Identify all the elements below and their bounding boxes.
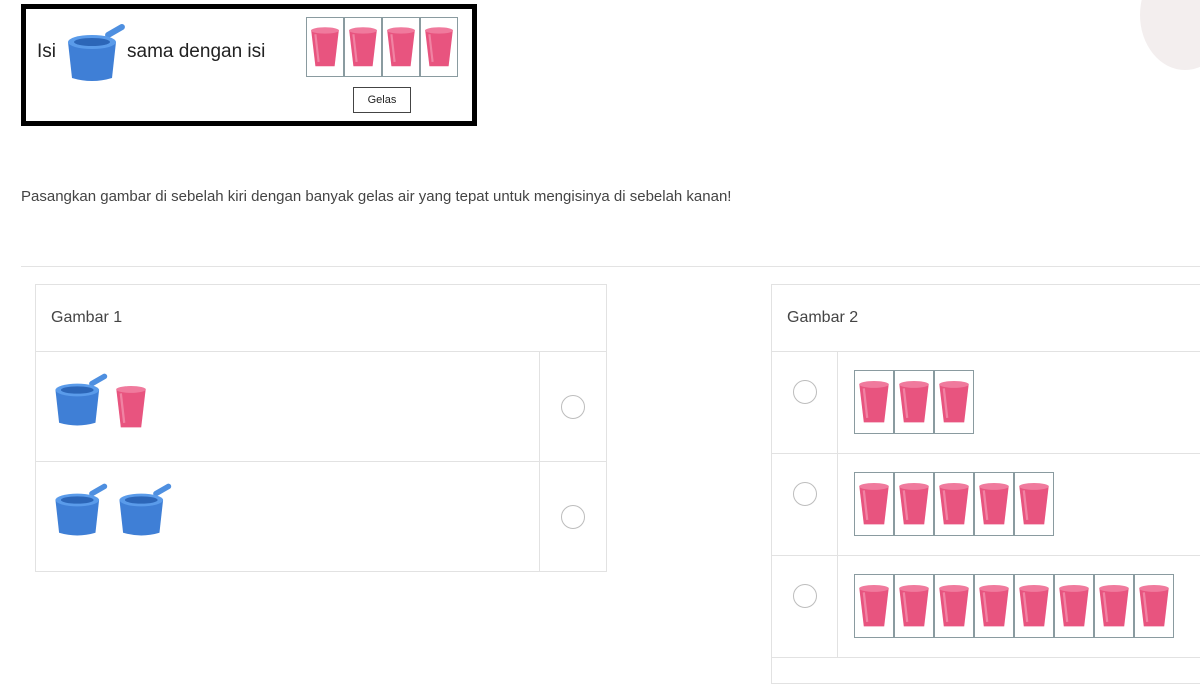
example-isi-text: Isi	[37, 41, 56, 62]
right-row-2	[772, 454, 1200, 556]
example-cup-strip	[306, 17, 458, 77]
panel-gambar-2: Gambar 2	[771, 284, 1200, 684]
water-dipper-icon	[114, 480, 174, 540]
right-radio-button-1[interactable]	[792, 380, 817, 404]
right-row-cup-strip	[854, 574, 1174, 638]
left-radio-button-2[interactable]	[561, 505, 585, 529]
pink-cup-icon	[1014, 472, 1054, 536]
pink-cup-icon	[344, 17, 382, 77]
pink-cup-icon	[854, 574, 894, 638]
panel-gambar-1: Gambar 1	[35, 284, 607, 572]
example-box: Isi sama dengan isi Gelas	[21, 4, 477, 126]
right-radio-cell	[772, 454, 838, 555]
right-row-1	[772, 352, 1200, 454]
pink-cup-icon	[1054, 574, 1094, 638]
right-radio-cell	[772, 556, 838, 657]
left-radio-cell	[539, 462, 606, 572]
water-dipper-icon	[50, 370, 110, 430]
left-radio-button-1[interactable]	[561, 394, 585, 419]
right-radio-button-2[interactable]	[792, 482, 817, 506]
pink-cup-icon	[1134, 574, 1174, 638]
pink-cup-icon	[894, 472, 934, 536]
water-dipper-icon	[50, 480, 110, 540]
pink-cup-icon	[114, 384, 148, 430]
decorative-shape	[1140, 0, 1200, 70]
pink-cup-icon	[934, 574, 974, 638]
left-row-images	[50, 370, 148, 430]
gelas-label: Gelas	[353, 87, 411, 113]
pink-cup-icon	[934, 370, 974, 434]
pink-cup-icon	[894, 574, 934, 638]
right-row-cup-strip	[854, 370, 974, 434]
pink-cup-icon	[894, 370, 934, 434]
pink-cup-icon	[974, 472, 1014, 536]
panel-header-gambar-2: Gambar 2	[772, 285, 1200, 352]
right-radio-button-3[interactable]	[792, 584, 817, 608]
pink-cup-icon	[934, 472, 974, 536]
pink-cup-icon	[420, 17, 458, 77]
water-dipper-icon	[62, 22, 128, 84]
pink-cup-icon	[1094, 574, 1134, 638]
right-row-cup-strip	[854, 472, 1054, 536]
pink-cup-icon	[854, 370, 894, 434]
pink-cup-icon	[854, 472, 894, 536]
left-row-images	[50, 480, 178, 540]
left-row-2	[36, 462, 606, 572]
left-radio-cell	[539, 352, 606, 461]
right-row-3	[772, 556, 1200, 658]
pink-cup-icon	[306, 17, 344, 77]
instruction-text: Pasangkan gambar di sebelah kiri dengan …	[21, 188, 732, 205]
divider	[21, 266, 1200, 267]
pink-cup-icon	[1014, 574, 1054, 638]
left-row-1	[36, 352, 606, 462]
panel-header-gambar-1: Gambar 1	[36, 285, 606, 352]
pink-cup-icon	[382, 17, 420, 77]
pink-cup-icon	[974, 574, 1014, 638]
right-radio-cell	[772, 352, 838, 453]
example-middle-text: sama dengan isi	[127, 41, 266, 62]
